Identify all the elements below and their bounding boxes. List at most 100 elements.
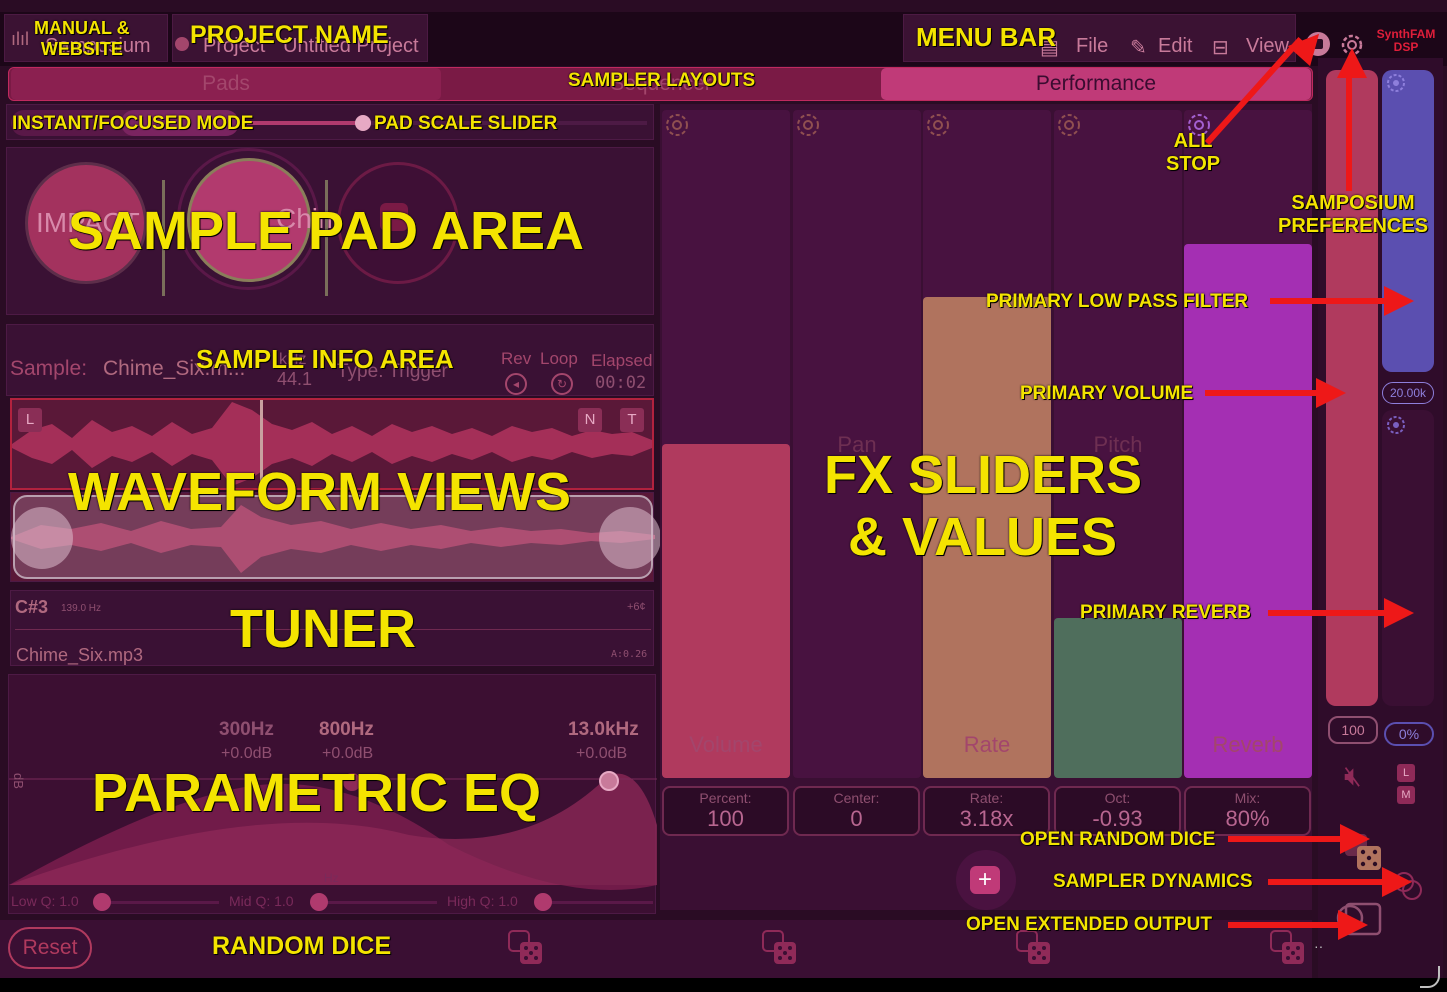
fx-value-title: Percent: <box>699 790 752 806</box>
tuner-freq: 139.0 Hz <box>61 603 102 614</box>
add-fx-ring: + <box>956 850 1016 910</box>
menu-edit[interactable]: Edit <box>1158 35 1192 58</box>
annotation-waveform-views: WAVEFORM VIEWS <box>68 462 572 522</box>
view-icon[interactable]: ⊟ <box>1212 35 1229 60</box>
rev-label: Rev <box>501 349 532 368</box>
high-q-thumb[interactable] <box>534 893 552 911</box>
edit-icon[interactable]: ✎ <box>1130 35 1147 60</box>
low-q-label: Low Q: 1.0 <box>11 893 79 909</box>
pad-scale-thumb[interactable] <box>355 115 371 131</box>
fx-value-box-volume[interactable]: Percent: 100 <box>662 786 789 836</box>
annotation-sample-pad-area: SAMPLE PAD AREA <box>68 201 585 261</box>
badge-l-right[interactable]: L <box>1397 764 1415 782</box>
low-q-slider[interactable] <box>99 901 219 904</box>
range-start-handle[interactable] <box>11 507 73 569</box>
annotation-project-name: PROJECT NAME <box>190 21 389 49</box>
random-dice-icon-2[interactable] <box>762 930 798 966</box>
fx-label-rate: Rate <box>963 732 1011 757</box>
eq-db-label: dB <box>11 773 26 789</box>
reverse-icon[interactable]: ◂ <box>505 373 527 395</box>
mute-icon[interactable]: 🔇︎ <box>1344 760 1362 793</box>
bottom-strip <box>0 978 1447 992</box>
annotation-open-extended-output: OPEN EXTENDED OUTPUT <box>966 914 1212 935</box>
random-dice-icon-1[interactable] <box>508 930 544 966</box>
add-fx-button[interactable]: + <box>970 866 1000 894</box>
eq-band2-freq: 800Hz <box>319 719 374 740</box>
arrow-dice <box>1228 836 1342 842</box>
primary-reverb-track[interactable] <box>1382 410 1434 706</box>
annotation-tuner: TUNER <box>230 599 416 659</box>
elapsed-label: Elapsed <box>591 351 653 370</box>
range-end-handle[interactable] <box>599 507 661 569</box>
fx-value-title: Oct: <box>1104 790 1131 806</box>
annotation-primary-volume: PRIMARY VOLUME <box>1020 383 1194 404</box>
arrow-extended-head <box>1338 910 1368 940</box>
arrow-reverb <box>1268 610 1386 616</box>
eq-band2-gain: +0.0dB <box>322 745 374 762</box>
annotation-sampler-layouts: SAMPLER LAYOUTS <box>568 70 756 91</box>
fx-fill-volume <box>662 444 790 778</box>
loop-icon[interactable]: ↻ <box>551 373 573 395</box>
project-dot-icon <box>175 37 189 51</box>
synthfam-logo: SynthFAM DSP <box>1373 28 1439 54</box>
fx-value-title: Center: <box>833 790 880 806</box>
arrow-volume <box>1205 390 1317 396</box>
fx-slider-volume[interactable]: Volume <box>662 110 790 778</box>
eq-band1-gain: +0.0dB <box>221 745 273 762</box>
primary-reverb-value: 0% <box>1384 722 1434 746</box>
annotation-menu-bar: MENU BAR <box>916 22 1057 52</box>
annotation-random-dice: RANDOM DICE <box>212 932 392 960</box>
fx-gear-icon-pan[interactable] <box>795 112 821 138</box>
badge-l[interactable]: L <box>18 408 42 432</box>
eq-band3-gain: +0.0dB <box>576 745 628 762</box>
prefs-line1: SAMPOSIUM <box>1291 192 1415 214</box>
primary-volume-value: 100 <box>1328 716 1378 744</box>
badge-m-right[interactable]: M <box>1397 786 1415 804</box>
fx-label-reverb: Reverb <box>1212 732 1284 757</box>
arrow-extended <box>1228 922 1340 928</box>
random-dice-icon-4[interactable] <box>1270 930 1306 966</box>
eq-band3-handle[interactable] <box>599 771 619 791</box>
high-q-slider[interactable] <box>535 901 653 904</box>
annotation-fx-line2: & VALUES <box>848 507 1118 567</box>
reset-button[interactable]: Reset <box>8 927 92 969</box>
arrow-dice-head <box>1340 824 1370 854</box>
fx-gear-icon-rate[interactable] <box>925 112 951 138</box>
arrow-volume-head <box>1316 378 1346 408</box>
tuner-amp: A:0.26 <box>611 649 648 660</box>
high-q-label: High Q: 1.0 <box>447 893 518 909</box>
mid-q-slider[interactable] <box>317 901 437 904</box>
app-window: ılıl Samposium Project Untitled Project … <box>0 0 1447 992</box>
arrow-lpf-head <box>1384 286 1414 316</box>
fx-label-volume: Volume <box>689 732 763 757</box>
fx-gear-icon-pitch[interactable] <box>1056 112 1082 138</box>
low-q-thumb[interactable] <box>93 893 111 911</box>
pad-scale-fill <box>247 121 363 125</box>
badge-t[interactable]: T <box>620 408 644 432</box>
annotation-sample-info-area: SAMPLE INFO AREA <box>196 344 454 374</box>
brand-line2: DSP <box>1393 40 1419 54</box>
fx-fill-pitch <box>1054 618 1182 778</box>
prefs-line2: PREFERENCES <box>1278 215 1429 237</box>
sample-label: Sample: <box>10 357 88 380</box>
mid-q-thumb[interactable] <box>310 893 328 911</box>
waveform-logo-icon: ılıl <box>11 29 29 49</box>
reverb-gear-icon[interactable] <box>1385 414 1407 436</box>
all-stop-line2: STOP <box>1166 153 1221 175</box>
arrow-dynamics-head <box>1382 867 1412 897</box>
badge-n[interactable]: N <box>578 408 602 432</box>
menu-file[interactable]: File <box>1076 35 1108 58</box>
annotation-instant-mode: INSTANT/FOCUSED MODE <box>12 113 254 134</box>
eq-hz-label: Hz <box>324 871 339 885</box>
arrow-lpf <box>1270 298 1386 304</box>
fx-value-box-pan[interactable]: Center: 0 <box>793 786 920 836</box>
fx-gear-icon-volume[interactable] <box>664 112 690 138</box>
eq-band3-freq: 13.0kHz <box>568 719 639 740</box>
annotation-fx-line1: FX SLIDERS <box>824 445 1143 505</box>
tab-pads[interactable]: Pads <box>11 68 441 100</box>
lpf-gear-icon[interactable] <box>1385 72 1407 94</box>
elapsed-value: 00:02 <box>595 373 647 393</box>
arrow-preferences <box>1346 71 1352 191</box>
eq-band1-freq: 300Hz <box>219 719 274 740</box>
more-indicator: ·· <box>1314 938 1324 954</box>
